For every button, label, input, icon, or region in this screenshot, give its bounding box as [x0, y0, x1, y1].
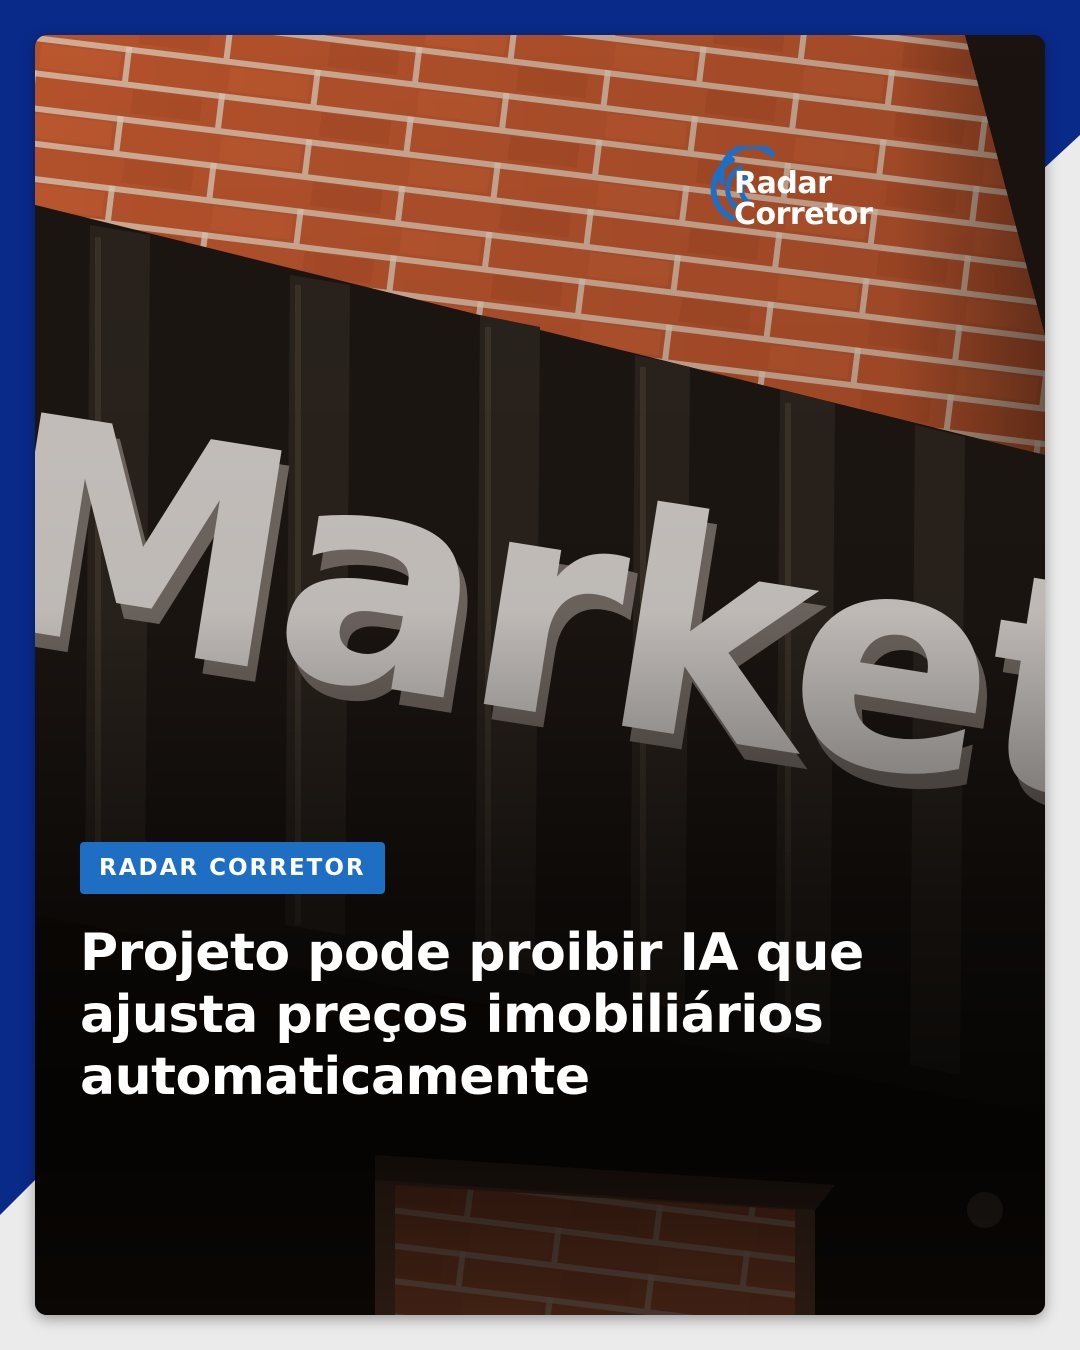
logo-line-2: Corretor — [734, 197, 873, 232]
frame-navy-left — [0, 0, 40, 1215]
category-badge: RADAR CORRETOR — [80, 842, 385, 894]
logo-line-1: Radar — [734, 166, 832, 201]
brand-logo: Radar Corretor — [734, 166, 873, 232]
headline: Projeto pode proibir IA que ajusta preço… — [80, 923, 864, 1107]
